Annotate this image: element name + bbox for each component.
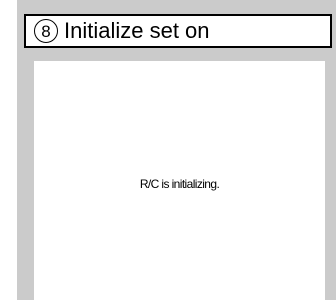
step-header: 8 Initialize set on <box>24 14 332 48</box>
manual-figure-frame: 8 Initialize set on R/C is initializing. <box>17 0 336 300</box>
step-number-badge: 8 <box>34 19 58 43</box>
remote-controller-display: R/C is initializing. <box>34 61 325 300</box>
status-message: R/C is initializing. <box>139 176 220 191</box>
step-title: Initialize set on <box>64 18 210 43</box>
